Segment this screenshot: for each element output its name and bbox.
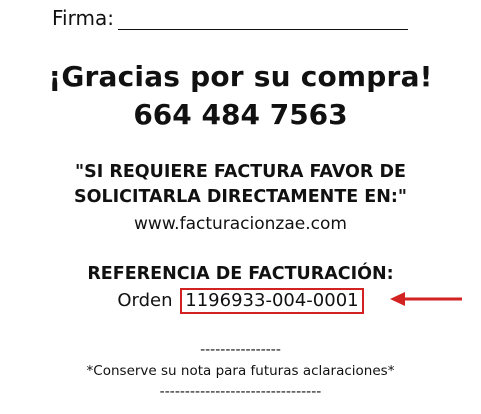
keep-receipt-note: *Conserve su nota para futuras aclaracio… xyxy=(86,363,395,379)
invoice-notice-line-1: "SI REQUIERE FACTURA FAVOR DE xyxy=(75,162,406,182)
billing-reference-title: REFERENCIA DE FACTURACIÓN: xyxy=(87,264,394,284)
invoice-notice-line-2: SOLICITARLA DIRECTAMENTE EN:" xyxy=(73,187,408,207)
separator-bottom: -------------------------------- xyxy=(159,384,322,400)
pointer-arrow-icon xyxy=(390,292,462,306)
separator-top: ---------------- xyxy=(200,342,281,358)
order-label: Orden xyxy=(117,290,173,311)
thanks-heading: ¡Gracias por su compra! xyxy=(48,60,433,93)
invoice-url: www.facturacionzae.com xyxy=(134,214,347,234)
signature-blank xyxy=(117,7,408,30)
phone-number: 664 484 7563 xyxy=(133,98,348,131)
signature-line: Firma: xyxy=(52,6,408,30)
order-number: 1196933-004-0001 xyxy=(180,288,364,314)
signature-label: Firma: xyxy=(52,6,114,30)
